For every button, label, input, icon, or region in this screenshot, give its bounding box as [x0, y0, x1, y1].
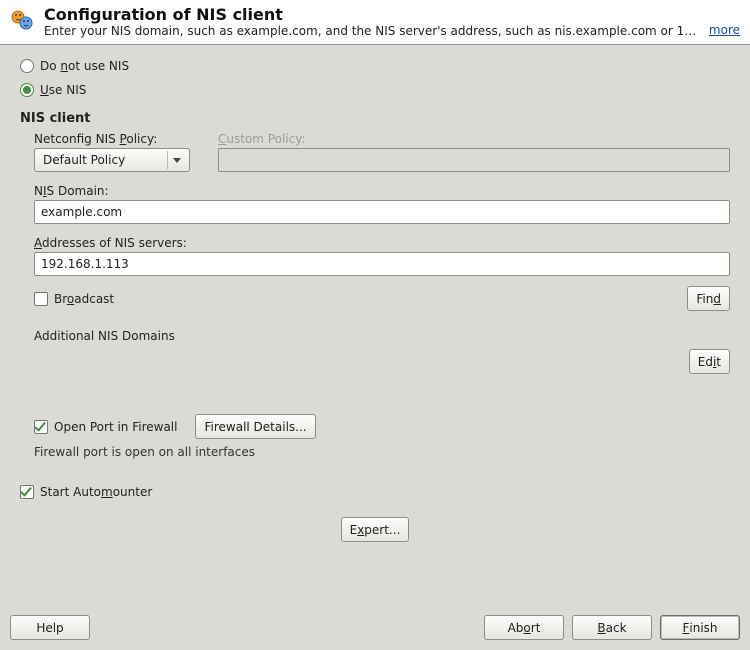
checkbox-icon-checked — [20, 485, 34, 499]
radio-do-not-use-nis[interactable]: Do not use NIS — [20, 59, 730, 73]
label-nis-domain: NIS Domain: — [34, 184, 730, 198]
select-netconfig-policy[interactable]: Default Policy — [34, 148, 190, 172]
firewall-status: Firewall port is open on all interfaces — [34, 445, 730, 459]
select-value: Default Policy — [43, 153, 125, 167]
back-button[interactable]: Back — [572, 615, 652, 640]
label-netconfig-policy: Netconfig NIS Policy: — [34, 132, 194, 146]
input-custom-policy — [218, 148, 730, 172]
footer: Help Abort Back Finish — [0, 605, 750, 650]
expert-button[interactable]: Expert... — [341, 517, 410, 542]
firewall-details-button[interactable]: Firewall Details... — [195, 414, 315, 439]
header: Configuration of NIS client Enter your N… — [0, 0, 750, 45]
input-nis-domain[interactable] — [34, 200, 730, 224]
abort-button[interactable]: Abort — [484, 615, 564, 640]
page-subtitle: Enter your NIS domain, such as example.c… — [44, 24, 697, 38]
checkbox-icon — [34, 292, 48, 306]
chevron-down-icon — [167, 151, 185, 169]
checkbox-open-firewall[interactable]: Open Port in Firewall — [34, 420, 177, 434]
radio-icon-selected — [20, 83, 34, 97]
checkbox-label: Broadcast — [54, 292, 114, 306]
checkbox-broadcast[interactable]: Broadcast — [34, 292, 114, 306]
label-nis-addresses: Addresses of NIS servers: — [34, 236, 730, 250]
label-additional-domains: Additional NIS Domains — [34, 329, 730, 343]
section-title-nis-client: NIS client — [20, 111, 730, 126]
checkbox-automounter[interactable]: Start Automounter — [20, 485, 730, 499]
edit-button[interactable]: Edit — [689, 349, 730, 374]
label-custom-policy: Custom Policy: — [218, 132, 730, 146]
radio-label: Do not use NIS — [40, 59, 129, 73]
checkbox-icon-checked — [34, 420, 48, 434]
radio-use-nis[interactable]: Use NIS — [20, 83, 730, 97]
radio-label: Use NIS — [40, 83, 86, 97]
finish-button[interactable]: Finish — [660, 615, 740, 640]
app-icon — [8, 6, 36, 34]
page-title: Configuration of NIS client — [44, 6, 697, 24]
checkbox-label: Start Automounter — [40, 485, 152, 499]
input-nis-addresses[interactable] — [34, 252, 730, 276]
find-button[interactable]: Find — [687, 286, 730, 311]
more-link[interactable]: more — [709, 23, 740, 37]
radio-icon — [20, 59, 34, 73]
checkbox-label: Open Port in Firewall — [54, 420, 177, 434]
help-button[interactable]: Help — [10, 615, 90, 640]
